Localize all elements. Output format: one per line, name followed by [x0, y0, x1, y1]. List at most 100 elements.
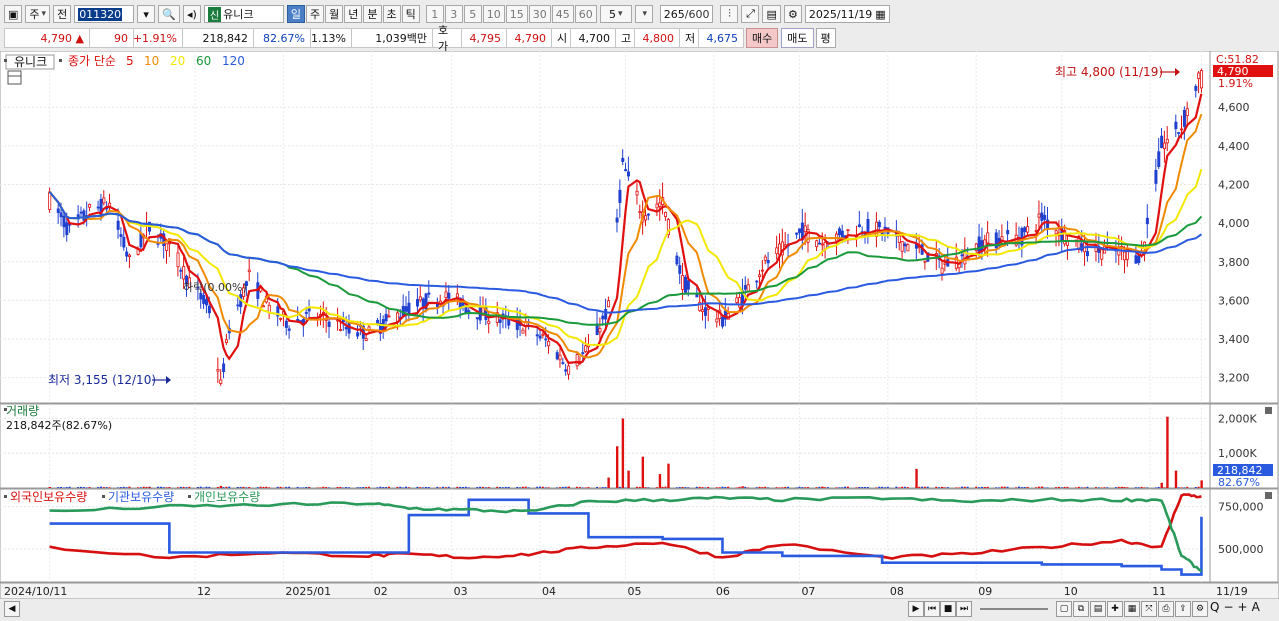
multiplier-select[interactable]: 5 — [599, 5, 632, 23]
count-field[interactable]: 265/600 — [659, 5, 714, 23]
buy-button[interactable]: 매수 — [746, 28, 779, 48]
candle-body — [1154, 169, 1158, 184]
draw-icon[interactable]: ⤢ — [741, 5, 760, 23]
volume-bar — [684, 487, 687, 488]
scroll-right-icon[interactable]: ▶ — [908, 601, 924, 617]
duplicate-icon[interactable]: ⧉ — [1073, 601, 1089, 617]
volume-bar — [302, 487, 305, 488]
candle-body — [427, 292, 431, 295]
volume-bar — [365, 487, 368, 488]
prev-button[interactable]: 전 — [53, 5, 72, 23]
search-icon[interactable]: ▾ — [137, 5, 156, 23]
sell-button[interactable]: 매도 — [781, 28, 814, 48]
legend-bullet — [4, 59, 7, 62]
candle-body — [88, 204, 92, 208]
interval-tab-4[interactable]: 분 — [363, 5, 382, 23]
interval-tab-6[interactable]: 틱 — [401, 5, 420, 23]
candle-body — [65, 222, 69, 236]
x-tick-label: 03 — [454, 585, 468, 598]
stock-code-input[interactable]: 011320 — [74, 5, 135, 23]
rewind-icon[interactable]: ⏮ — [924, 601, 940, 617]
search-button[interactable]: 🔍 — [158, 5, 180, 23]
volume-bar — [704, 487, 707, 488]
volume-bar — [986, 486, 989, 488]
candle-body — [760, 269, 764, 272]
candle-body — [1046, 219, 1050, 229]
forward-icon[interactable]: ⏭ — [956, 601, 972, 617]
save-icon[interactable]: ▤ — [762, 5, 781, 23]
candle-body — [686, 280, 690, 290]
period-type-select[interactable]: 주 — [25, 5, 51, 23]
volume-bar — [587, 487, 590, 488]
zoom-in-button[interactable]: + — [1238, 600, 1248, 614]
interval-tab-0[interactable]: 일 — [286, 5, 306, 23]
stock-name-field[interactable]: 신 유니크 — [203, 5, 284, 23]
multiplier-tab-60[interactable]: 60 — [574, 5, 597, 23]
volume-bar — [1100, 487, 1103, 488]
auto-button[interactable]: A — [1252, 600, 1260, 614]
copy-icon[interactable]: ▢ — [1056, 601, 1072, 617]
interval-tab-1[interactable]: 주 — [306, 5, 325, 23]
volume-bar — [1066, 486, 1069, 488]
candle-body — [923, 260, 927, 263]
layout-icon[interactable]: ▣ — [4, 5, 23, 23]
volume-bar — [296, 486, 299, 488]
candle-icon[interactable]: ⫶ — [720, 5, 739, 23]
scroll-left-icon[interactable]: ◀ — [4, 601, 20, 617]
multiplier-tab-3[interactable]: 3 — [444, 5, 463, 23]
volume-bar — [718, 487, 721, 488]
volume-y-tick-label: 1,000K — [1218, 447, 1257, 460]
volume-bar — [325, 487, 328, 488]
volume-bar — [824, 487, 827, 488]
candle-body — [875, 221, 879, 238]
x-tick-label: 09 — [978, 585, 992, 598]
gear-icon[interactable]: ⚙ — [783, 5, 802, 23]
x-tick-label: 10 — [1064, 585, 1078, 598]
volume-bar — [447, 486, 450, 488]
grid-icon[interactable]: ▦ — [1124, 601, 1140, 617]
stock-chart[interactable]: 3,200 3,400 3,600 3,800 4,000 4,200 4,400 4,600… — [0, 51, 1279, 599]
volume-bar — [798, 486, 801, 488]
print-icon[interactable]: ⎙ — [1158, 601, 1174, 617]
zoom-reset-button[interactable]: Q — [1210, 600, 1219, 614]
volume-bar — [801, 487, 804, 488]
candle-body — [601, 315, 605, 320]
zoom-slider[interactable] — [980, 608, 1048, 610]
multiplier-tab-5[interactable]: 5 — [463, 5, 482, 23]
sound-icon[interactable]: ◂) — [182, 5, 201, 23]
dropdown-arrow[interactable] — [634, 5, 653, 23]
volume-bar — [576, 486, 579, 488]
candle-body — [803, 225, 807, 233]
candle-body — [1162, 142, 1166, 149]
eval-button[interactable]: 평 — [815, 28, 836, 48]
multiplier-tab-1[interactable]: 1 — [425, 5, 444, 23]
candle-body — [897, 235, 901, 243]
volume-bar — [1055, 487, 1058, 488]
interval-tab-3[interactable]: 년 — [344, 5, 363, 23]
multiplier-tab-10[interactable]: 10 — [482, 5, 505, 23]
interval-tab-2[interactable]: 월 — [325, 5, 344, 23]
date-field[interactable]: 2025/11/19 ▦ — [804, 5, 890, 23]
multiplier-tab-30[interactable]: 30 — [528, 5, 551, 23]
settings-icon[interactable]: ⚙ — [1192, 601, 1208, 617]
volume-bar — [516, 486, 519, 488]
volume-bar — [846, 486, 849, 488]
stop-icon[interactable]: ■ — [940, 601, 956, 617]
candle-body — [1180, 128, 1184, 131]
calendar-icon[interactable]: ▦ — [875, 8, 885, 21]
layout2-icon[interactable]: ▤ — [1090, 601, 1106, 617]
export-icon[interactable]: ⇪ — [1175, 601, 1191, 617]
ma-legend-120: 120 — [222, 54, 245, 68]
zoom-out-button[interactable]: − — [1223, 600, 1233, 614]
candle-body — [1194, 86, 1198, 91]
pan-icon[interactable]: ⤧ — [1141, 601, 1157, 617]
multiplier-tab-45[interactable]: 45 — [551, 5, 574, 23]
multiplier-tab-15[interactable]: 15 — [505, 5, 528, 23]
price-y-tick-label: 3,800 — [1218, 256, 1250, 269]
volume-bar — [427, 487, 430, 488]
candle-body — [815, 240, 819, 248]
volume-bar — [288, 486, 291, 488]
candle-body — [82, 210, 86, 221]
crosshair-icon[interactable]: ✚ — [1107, 601, 1123, 617]
interval-tab-5[interactable]: 초 — [382, 5, 401, 23]
